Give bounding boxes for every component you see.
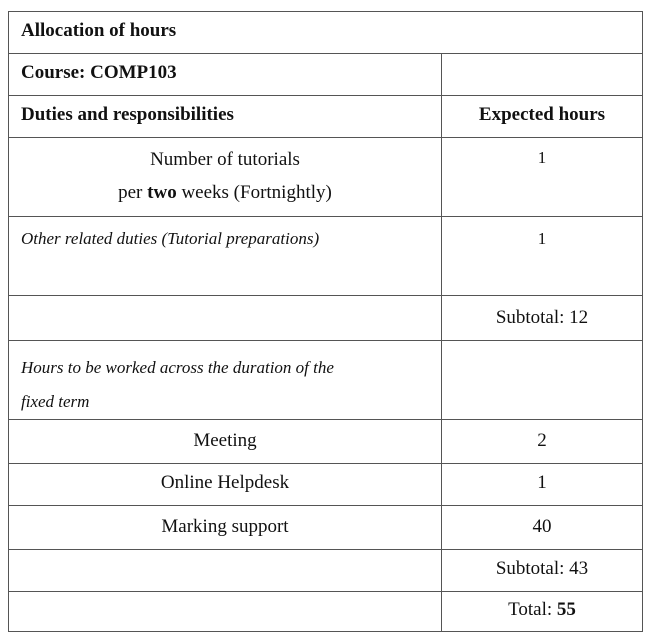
subtotal-row: Subtotal: 43 — [8, 549, 643, 592]
table-row: Other related duties (Tutorial preparati… — [8, 216, 643, 296]
meeting-hours: 2 — [441, 419, 643, 464]
total-empty-cell — [8, 591, 442, 632]
course-label: Course: COMP103 — [8, 53, 442, 96]
header-expected-hours: Expected hours — [441, 95, 643, 138]
course-row: Course: COMP103 — [8, 53, 643, 96]
course-empty-cell — [441, 53, 643, 96]
subtotal-row: Subtotal: 12 — [8, 295, 643, 341]
fixed-term-line2: fixed term — [21, 392, 90, 411]
other-duties-hours: 1 — [441, 216, 643, 296]
fixed-term-empty-cell — [441, 340, 643, 420]
table-row: Marking support 40 — [8, 505, 643, 550]
subtotal1-value: Subtotal: 12 — [441, 295, 643, 341]
tutorials-line2-bold: two — [147, 182, 177, 203]
table-row: Hours to be worked across the duration o… — [8, 340, 643, 420]
header-duties: Duties and responsibilities — [8, 95, 442, 138]
tutorials-cell: Number of tutorials per two weeks (Fortn… — [8, 137, 442, 217]
fixed-term-line1: Hours to be worked across the duration o… — [21, 358, 334, 377]
table-row: Number of tutorials per two weeks (Fortn… — [8, 137, 643, 217]
helpdesk-hours: 1 — [441, 463, 643, 506]
title-row: Allocation of hours — [8, 11, 643, 54]
tutorials-line1: Number of tutorials — [150, 149, 300, 170]
helpdesk-label: Online Helpdesk — [8, 463, 442, 506]
table-row: Online Helpdesk 1 — [8, 463, 643, 506]
total-row: Total: 55 — [8, 591, 643, 632]
tutorials-hours: 1 — [441, 137, 643, 217]
marking-label: Marking support — [8, 505, 442, 550]
subtotal2-value: Subtotal: 43 — [441, 549, 643, 592]
total-cell: Total: 55 — [441, 591, 643, 632]
meeting-label: Meeting — [8, 419, 442, 464]
hours-allocation-table: Allocation of hours Course: COMP103 Duti… — [8, 11, 643, 632]
header-row: Duties and responsibilities Expected hou… — [8, 95, 643, 138]
tutorials-line2-suffix: weeks (Fortnightly) — [176, 182, 332, 203]
other-duties-label: Other related duties (Tutorial preparati… — [8, 216, 442, 296]
tutorials-line2: per two weeks (Fortnightly) — [21, 181, 429, 205]
total-prefix: Total: — [508, 599, 557, 620]
subtotal1-empty-cell — [8, 295, 442, 341]
subtotal2-empty-cell — [8, 549, 442, 592]
total-value: 55 — [556, 599, 576, 620]
fixed-term-cell: Hours to be worked across the duration o… — [8, 340, 442, 420]
table-title: Allocation of hours — [8, 11, 643, 54]
marking-hours: 40 — [441, 505, 643, 550]
table-row: Meeting 2 — [8, 419, 643, 464]
tutorials-line2-prefix: per — [118, 182, 148, 203]
